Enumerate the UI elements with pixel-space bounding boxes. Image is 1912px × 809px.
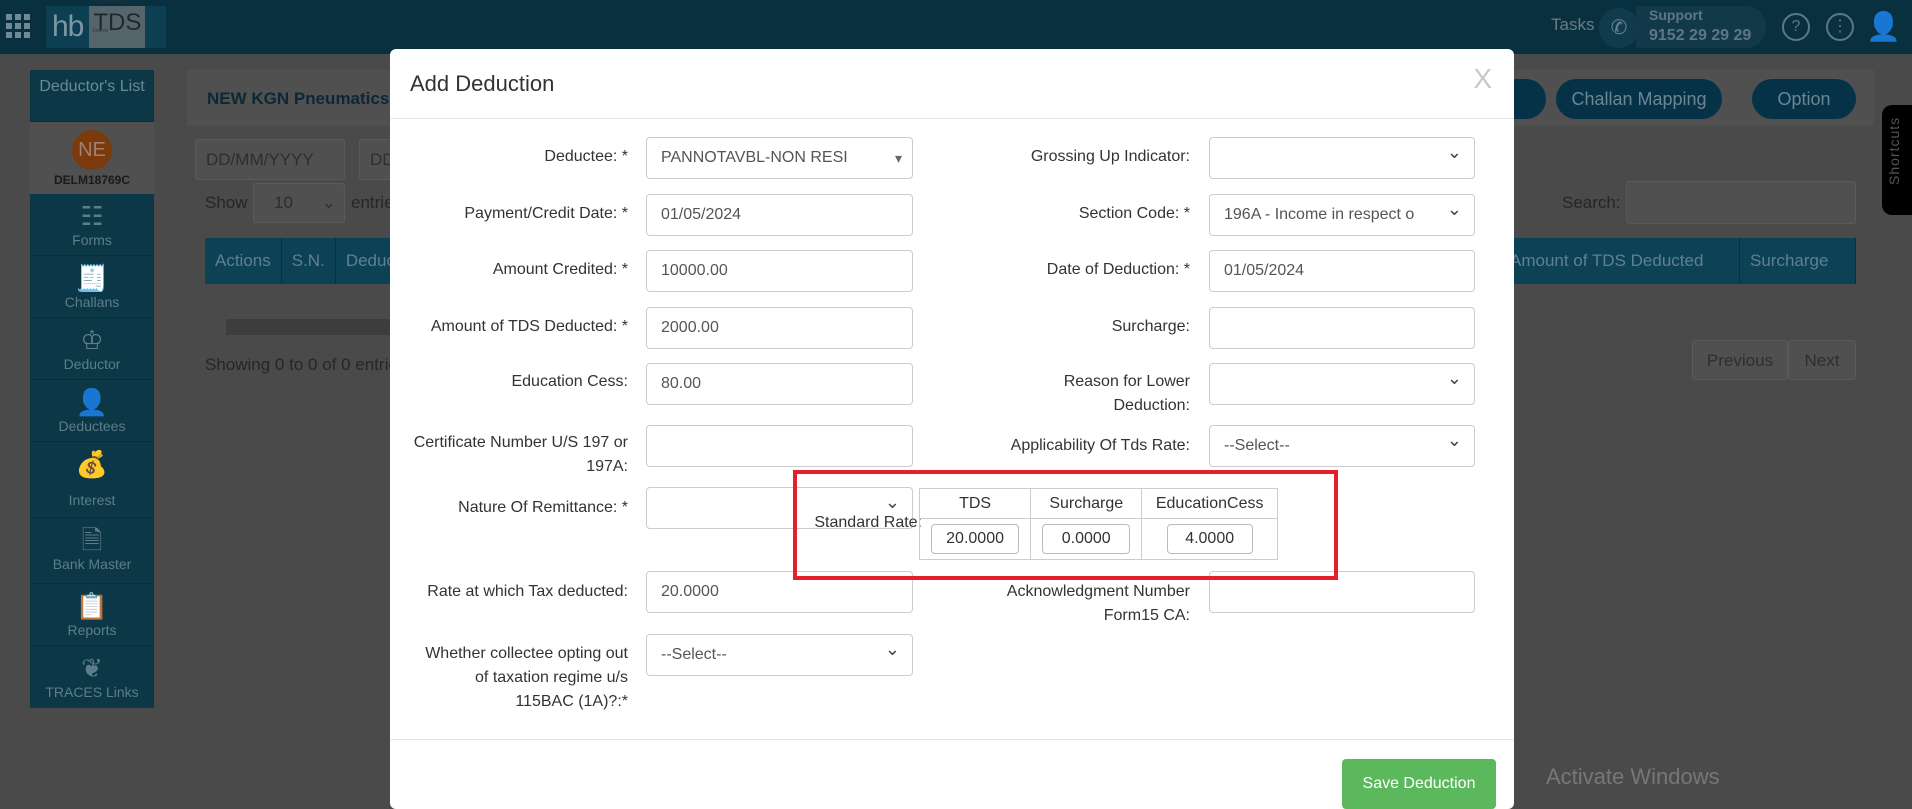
horizontal-scrollbar[interactable] <box>226 319 390 335</box>
support-number: 9152 29 29 29 <box>1649 27 1752 44</box>
date-deduction-input[interactable]: 01/05/2024 <box>1209 250 1475 292</box>
section-code-select[interactable]: 196A - Income in respect o <box>1209 194 1475 236</box>
report-icon: 📋 <box>75 591 109 621</box>
next-button[interactable]: Next <box>1788 340 1856 380</box>
top-bar: hb TDS Tax Deducted at Source Tasks ✆ Supp… <box>0 0 1912 54</box>
entries-select[interactable]: 10 ⌄ <box>253 183 345 223</box>
deductors-list-title[interactable]: Deductor's List <box>30 70 154 122</box>
col-amount-tds[interactable]: Amount of TDS Deducted <box>1500 238 1740 284</box>
phone-icon[interactable]: ✆ <box>1599 8 1639 48</box>
deductor-card[interactable]: NE DELM18769C <box>30 122 154 194</box>
grossing-up-select[interactable] <box>1209 132 1475 179</box>
education-cess-input[interactable]: 80.00 <box>646 363 913 405</box>
traces-icon: ❦ <box>81 653 103 683</box>
tds-deducted-label: Amount of TDS Deducted: * <box>430 318 628 335</box>
certificate-number-input[interactable] <box>646 425 913 467</box>
sidebar-item-deductor[interactable]: ♔ Deductor <box>30 318 154 380</box>
help-icon[interactable]: ? <box>1782 13 1810 41</box>
avatar: NE <box>72 130 112 170</box>
search-label: Search: <box>1562 193 1621 212</box>
crown-icon: ♔ <box>80 325 104 355</box>
surcharge-input[interactable] <box>1209 307 1475 349</box>
col-sn[interactable]: S.N. <box>281 238 336 284</box>
tasks-link[interactable]: Tasks <box>1551 15 1594 35</box>
show-label: Show <box>205 193 248 212</box>
footer-divider <box>390 739 1514 740</box>
certificate-number-label: Certificate Number U/S 197 or 197A: <box>413 434 628 475</box>
close-button[interactable]: X <box>1473 63 1492 95</box>
education-cess-label: Education Cess: <box>511 373 628 390</box>
challan-icon: 🧾 <box>75 263 109 293</box>
save-deduction-button[interactable]: Save Deduction <box>1342 759 1496 809</box>
tds-deducted-input[interactable]: 2000.00 <box>646 307 913 349</box>
deductor-id: DELM18769C <box>53 173 131 187</box>
sidebar-item-forms[interactable]: ☷ Forms <box>30 194 154 256</box>
table-header-right: Amount of TDS Deducted Surcharge <box>1500 238 1856 284</box>
support-label: Support <box>1649 7 1703 23</box>
header-divider <box>390 118 1514 119</box>
amount-credited-label: Amount Credited: * <box>492 261 628 278</box>
applicability-tds-rate-select[interactable]: --Select-- <box>1209 420 1475 467</box>
sidebar-item-interest[interactable]: 💰 Interest <box>30 442 154 518</box>
showing-entries-text: Showing 0 to 0 of 0 entries <box>205 355 407 374</box>
option-button[interactable]: Option <box>1752 79 1856 119</box>
col-actions[interactable]: Actions <box>205 238 282 284</box>
payment-date-label: Payment/Credit Date: * <box>464 205 628 222</box>
shortcuts-tab[interactable]: Shortcuts <box>1882 105 1912 215</box>
deductee-combo[interactable]: PANNOTAVBL-NON RESI <box>646 137 913 179</box>
person-icon: 👤 <box>75 387 109 417</box>
date-deduction-label: Date of Deduction: * <box>1046 261 1190 278</box>
section-code-label: Section Code: * <box>1078 205 1190 222</box>
apps-grid-icon[interactable] <box>6 14 30 38</box>
acknowledgment-label: Acknowledgment Number Form15 CA: <box>1006 583 1190 624</box>
sidebar-item-traces-links[interactable]: ❦ TRACES Links <box>30 646 154 708</box>
previous-button[interactable]: Previous <box>1692 340 1788 380</box>
sidebar-item-challans[interactable]: 🧾 Challans <box>30 256 154 318</box>
windows-watermark: Activate Windows <box>1546 764 1720 789</box>
bank-icon: 🗎 <box>81 525 103 555</box>
more-icon[interactable]: ⋮ <box>1826 13 1854 41</box>
add-deduction-modal: Add Deduction X Deductee: * PANNOTAVBL-N… <box>390 49 1514 809</box>
search-input[interactable] <box>1626 181 1856 224</box>
reason-lower-deduction-label: Reason for Lower Deduction: <box>1063 373 1190 414</box>
opting-out-label: Whether collectee opting out of taxation… <box>425 645 628 710</box>
reason-lower-deduction-select[interactable] <box>1209 358 1475 405</box>
surcharge-label: Surcharge: <box>1111 318 1190 335</box>
nature-remittance-label: Nature Of Remittance: * <box>458 499 628 516</box>
sidebar-item-bank-master[interactable]: 🗎 Bank Master <box>30 518 154 584</box>
date-from-input[interactable]: DD/MM/YYYY <box>195 139 345 180</box>
challan-mapping-button[interactable]: Challan Mapping <box>1556 79 1722 119</box>
payment-date-input[interactable]: 01/05/2024 <box>646 194 913 236</box>
logo[interactable]: hb TDS Tax Deducted at Source <box>46 0 166 48</box>
modal-title: Add Deduction <box>410 71 555 96</box>
applicability-tds-rate-label: Applicability Of Tds Rate: <box>1010 437 1190 454</box>
col-surcharge[interactable]: Surcharge <box>1740 238 1856 284</box>
user-icon[interactable]: 👤 <box>1866 10 1901 43</box>
money-bag-icon: 💰 <box>75 449 109 479</box>
grossing-up-label: Grossing Up Indicator: <box>1030 148 1190 165</box>
sidebar: Deductor's List NE DELM18769C ☷ Forms 🧾 Ch… <box>30 70 154 708</box>
sidebar-item-deductees[interactable]: 👤 Deductees <box>30 380 154 442</box>
sidebar-item-reports[interactable]: 📋 Reports <box>30 584 154 646</box>
rate-tax-deducted-label: Rate at which Tax deducted: <box>427 583 628 600</box>
forms-icon: ☷ <box>80 201 104 231</box>
amount-credited-input[interactable]: 10000.00 <box>646 250 913 292</box>
opting-out-select[interactable]: --Select-- <box>646 629 913 676</box>
deductee-label: Deductee: * <box>544 148 628 165</box>
highlight-box <box>793 470 1338 580</box>
breadcrumb[interactable]: NEW KGN Pneumatics > <box>207 89 404 109</box>
